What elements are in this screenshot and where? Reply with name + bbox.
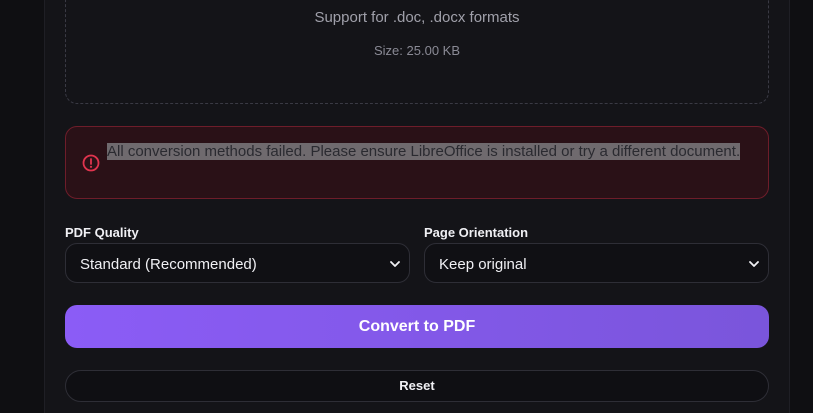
chevron-down-icon [390,261,400,267]
convert-to-pdf-button[interactable]: Convert to PDF [65,305,769,348]
error-alert: All conversion methods failed. Please en… [65,126,769,199]
alert-circle-icon [82,154,100,172]
chevron-down-icon [749,261,759,267]
pdf-quality-value: Standard (Recommended) [80,256,257,273]
supported-formats-text: Support for .doc, .docx formats [314,9,520,26]
pdf-quality-select[interactable]: Standard (Recommended) [65,243,410,283]
error-message: All conversion methods failed. Please en… [107,143,741,160]
reset-button[interactable]: Reset [65,370,769,402]
file-size-text: Size: 25.00 KB [374,43,460,58]
page-orientation-select[interactable]: Keep original [424,243,769,283]
page-orientation-label: Page Orientation [424,225,529,240]
file-dropzone[interactable]: Support for .doc, .docx formats Size: 25… [65,0,769,104]
page-orientation-value: Keep original [439,256,527,273]
pdf-quality-label: PDF Quality [65,225,139,240]
